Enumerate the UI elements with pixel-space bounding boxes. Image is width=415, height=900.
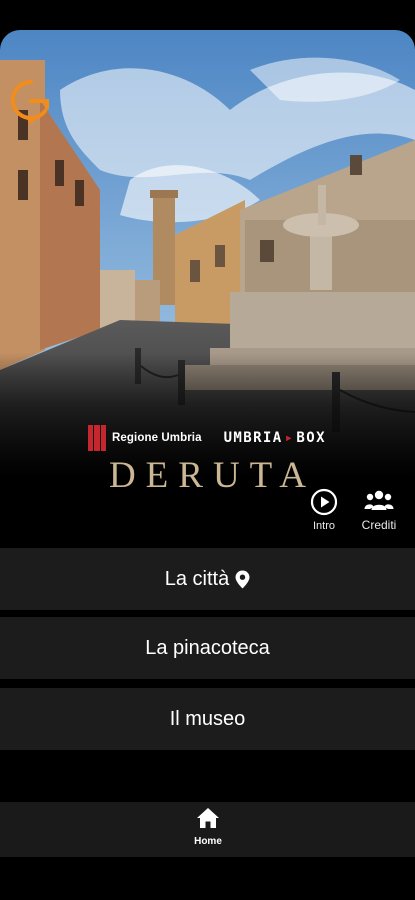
play-circle-icon (310, 488, 338, 516)
map-pin-icon (235, 570, 250, 588)
regione-umbria-label: Regione Umbria (112, 432, 202, 444)
crediti-button[interactable]: Crediti (356, 488, 402, 532)
intro-label: Intro (312, 520, 335, 532)
nav-home-label: Home (194, 836, 222, 847)
crediti-label: Crediti (361, 518, 397, 532)
system-gesture-area (0, 857, 415, 900)
menu-item-la-citta[interactable]: La città (0, 548, 415, 610)
menu-item-label: Il museo (169, 707, 246, 730)
umbria-box-logo: UMBRIA ▸ BOX (223, 430, 326, 446)
partner-logos: Regione Umbria UMBRIA ▸ BOX (88, 424, 326, 452)
intro-button[interactable]: Intro (306, 488, 342, 532)
nav-home-tab[interactable]: Home (184, 807, 232, 847)
menu-item-il-museo[interactable]: Il museo (0, 688, 415, 750)
app-screen: Regione Umbria UMBRIA ▸ BOX DERUTA Intro C… (0, 0, 415, 900)
menu-item-la-pinacoteca[interactable]: La pinacoteca (0, 617, 415, 679)
hero-image: Regione Umbria UMBRIA ▸ BOX DERUTA (0, 30, 415, 550)
status-bar (0, 0, 415, 30)
bottom-navigation: Home (0, 802, 415, 857)
menu-item-label: La città (164, 567, 230, 590)
menu-item-label: La pinacoteca (145, 636, 270, 659)
app-logo-icon (11, 80, 51, 124)
regione-umbria-emblem-icon (88, 425, 106, 451)
city-title: DERUTA (108, 455, 317, 496)
users-group-icon (364, 490, 394, 510)
home-icon (197, 808, 219, 828)
